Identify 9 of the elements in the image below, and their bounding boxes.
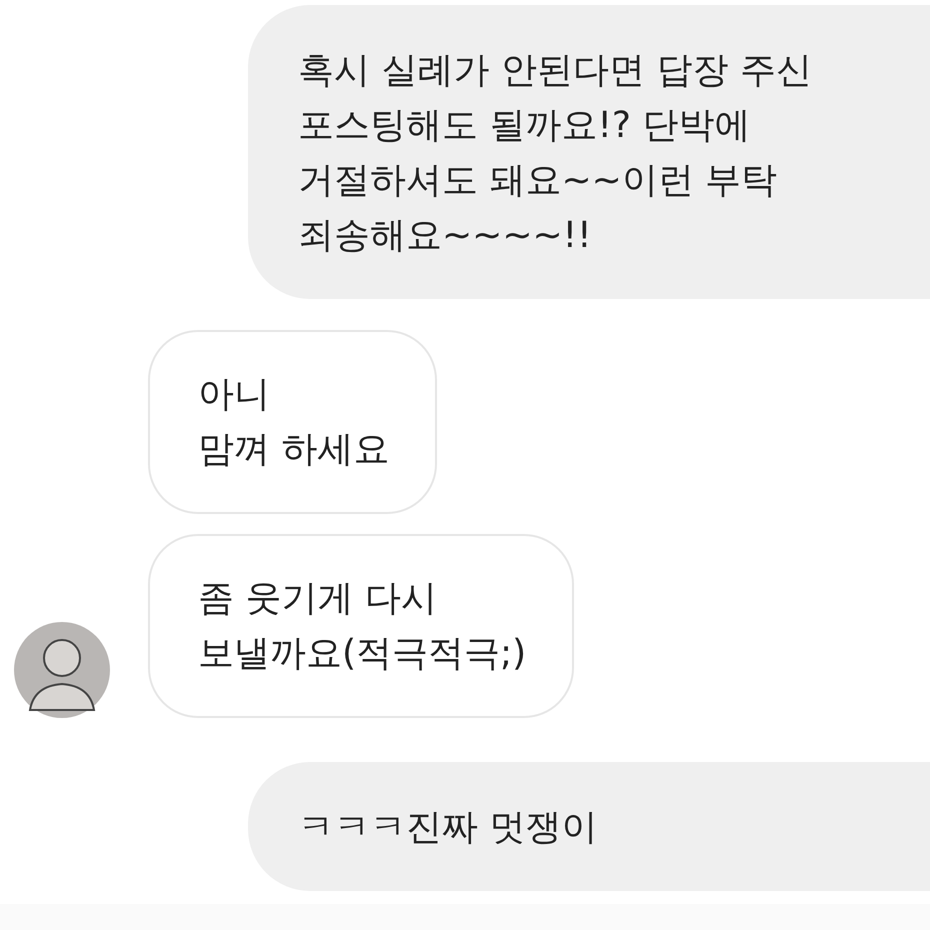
message-text: 포스팅해도 될까요!? 단박에 <box>298 104 750 148</box>
message-text: 거절하셔도 돼요~~이런 부탁 <box>298 159 778 203</box>
message-text: 죄송해요~~~~!! <box>298 214 592 258</box>
message-text: ㅋㅋㅋ진짜 멋쟁이 <box>298 806 598 850</box>
message-text: 혹시 실례가 안된다면 답장 주신 <box>298 49 812 93</box>
message-text: 아니 <box>198 373 270 417</box>
message-text: 맘껴 하세요 <box>198 428 390 472</box>
message-text: 좀 웃기게 다시 <box>198 577 437 621</box>
message-text: 보낼까요(적극적극;) <box>198 632 526 676</box>
